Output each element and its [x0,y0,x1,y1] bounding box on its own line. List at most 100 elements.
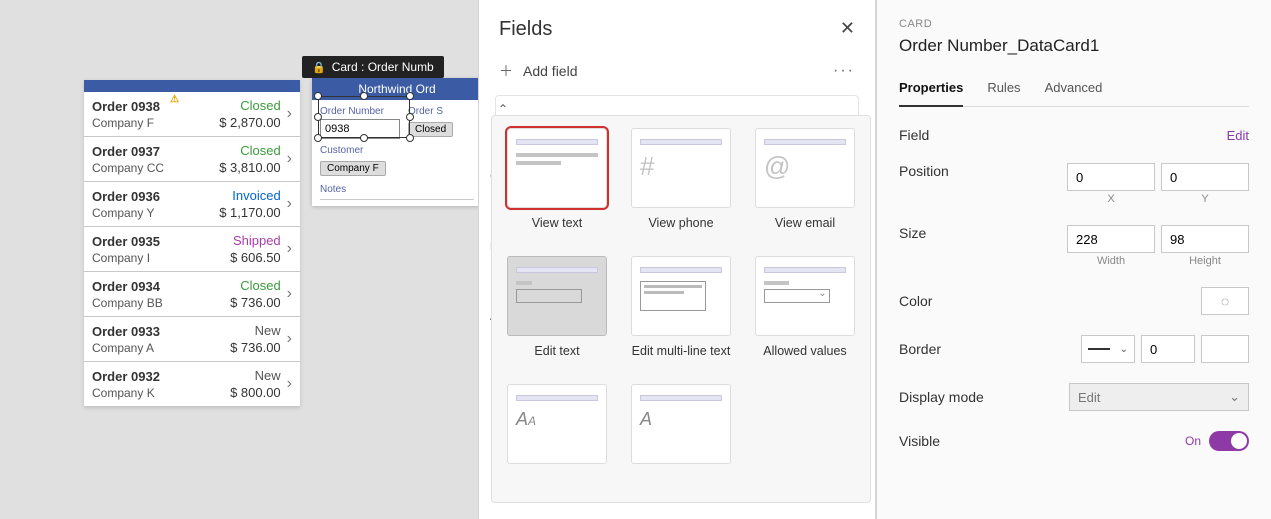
order-id: Order 0932 [92,369,230,384]
control-tile[interactable] [631,256,731,336]
visible-toggle-label: On [1185,434,1201,448]
resize-handle-w[interactable] [314,113,322,121]
order-company: Company F [92,116,219,130]
prop-color-label: Color [899,293,932,309]
control-tile-label: Edit multi-line text [628,344,734,374]
control-tile[interactable] [507,128,607,208]
customer-lozenge[interactable]: Company F [320,161,386,176]
prop-border-label: Border [899,341,941,357]
order-id: Order 0938⚠ [92,99,219,114]
order-id: Order 0936 [92,189,219,204]
border-style-dropdown[interactable]: ⌄ [1081,335,1135,363]
visible-toggle[interactable] [1209,431,1249,451]
order-price: $ 736.00 [230,340,281,355]
chevron-right-icon: › [287,105,292,123]
order-company: Company Y [92,206,219,220]
field-label-order-status: Order S [408,106,453,117]
order-status: Closed [219,143,280,158]
paint-icon: ◌ [1221,293,1229,309]
order-row[interactable]: Order 0932 Company K New $ 800.00 › [84,362,300,407]
order-row[interactable]: Order 0937 Company CC Closed $ 3,810.00 … [84,137,300,182]
color-picker-button[interactable]: ◌ [1201,287,1249,315]
order-price: $ 2,870.00 [219,115,280,130]
order-status-lozenge[interactable]: Closed [408,122,453,137]
order-id: Order 0934 [92,279,230,294]
order-status: Shipped [230,233,281,248]
control-tile-label [628,472,734,502]
prop-field-edit-link[interactable]: Edit [1227,128,1249,143]
order-row[interactable]: Order 0938⚠ Company F Closed $ 2,870.00 … [84,92,300,137]
control-tile-label: View email [752,216,858,246]
resize-handle-sw[interactable] [314,134,322,142]
control-tile[interactable] [507,256,607,336]
close-icon[interactable]: ✕ [840,18,855,41]
border-width-input[interactable] [1141,335,1195,363]
properties-section-label: CARD [899,18,1249,30]
prop-size-label: Size [899,225,926,241]
order-status: Invoiced [219,188,280,203]
resize-handle-n[interactable] [360,92,368,100]
control-tile[interactable]: AA [507,384,607,464]
control-tile-label: View text [504,216,610,246]
prop-position-label: Position [899,163,949,179]
tab-advanced[interactable]: Advanced [1045,74,1103,106]
order-list-header [84,80,300,92]
prop-visible-label: Visible [899,433,940,449]
chevron-up-icon: ⌃ [498,102,508,116]
plus-icon: ＋ [499,63,513,79]
chevron-down-icon: ⌄ [1229,389,1240,405]
order-list: Order 0938⚠ Company F Closed $ 2,870.00 … [84,80,300,407]
order-id: Order 0935 [92,234,230,249]
order-status: New [230,323,281,338]
order-status: New [230,368,281,383]
order-row[interactable]: Order 0933 Company A New $ 736.00 › [84,317,300,362]
border-color-button[interactable] [1201,335,1249,363]
tab-properties[interactable]: Properties [899,74,963,107]
order-status: Closed [230,278,281,293]
selection-tooltip: 🔒Card : Order Numb [302,56,444,78]
chevron-right-icon: › [287,285,292,303]
properties-title: Order Number_DataCard1 [899,36,1249,56]
add-field-button[interactable]: ＋Add field [499,61,577,81]
chevron-right-icon: › [287,240,292,258]
order-status: Closed [219,98,280,113]
order-company: Company K [92,386,230,400]
resize-handle-s[interactable] [360,134,368,142]
resize-handle-ne[interactable] [406,92,414,100]
control-type-gallery: View text # View phone @ View email Edit… [491,115,871,503]
display-mode-dropdown[interactable]: Edit ⌄ [1069,383,1249,411]
chevron-right-icon: › [287,375,292,393]
control-tile[interactable]: ⌄ [755,256,855,336]
position-x-input[interactable] [1067,163,1155,191]
control-tile[interactable]: A [631,384,731,464]
chevron-down-icon: ⌄ [1120,344,1128,355]
resize-handle-e[interactable] [406,113,414,121]
chevron-right-icon: › [287,330,292,348]
resize-handle-nw[interactable] [314,92,322,100]
properties-panel: CARD Order Number_DataCard1 Properties R… [876,0,1271,519]
warning-icon: ⚠ [170,94,179,105]
chevron-right-icon: › [287,195,292,213]
control-tile[interactable]: # [631,128,731,208]
size-width-input[interactable] [1067,225,1155,253]
size-height-input[interactable] [1161,225,1249,253]
border-line-icon [1088,348,1110,350]
order-price: $ 1,170.00 [219,205,280,220]
resize-handle-se[interactable] [406,134,414,142]
prop-displaymode-label: Display mode [899,389,984,405]
order-price: $ 3,810.00 [219,160,280,175]
position-y-input[interactable] [1161,163,1249,191]
order-id: Order 0933 [92,324,230,339]
order-id: Order 0937 [92,144,219,159]
more-icon[interactable]: ··· [833,62,855,80]
order-row[interactable]: Order 0936 Company Y Invoiced $ 1,170.00… [84,182,300,227]
selection-overlay[interactable] [318,96,410,138]
order-company: Company BB [92,296,230,310]
control-tile[interactable]: @ [755,128,855,208]
order-row[interactable]: Order 0934 Company BB Closed $ 736.00 › [84,272,300,317]
field-label-notes: Notes [320,184,474,195]
tab-rules[interactable]: Rules [987,74,1020,106]
order-row[interactable]: Order 0935 Company I Shipped $ 606.50 › [84,227,300,272]
control-tile-label: Allowed values [752,344,858,374]
control-tile-label [504,472,610,502]
